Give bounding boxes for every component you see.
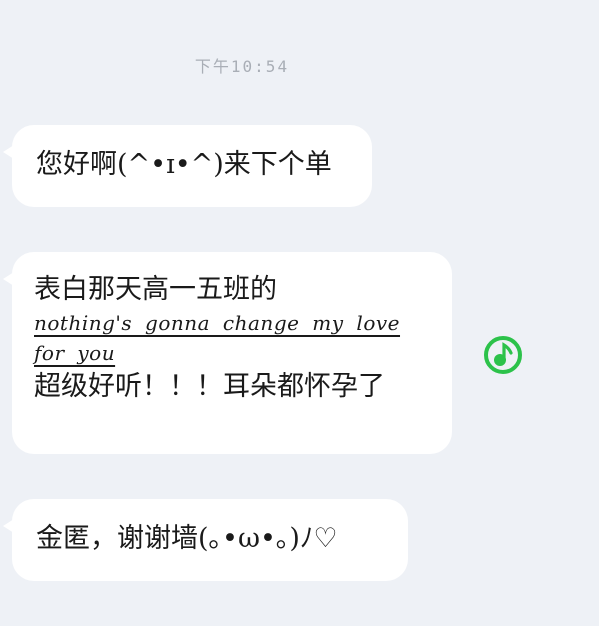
message-text-line: 超级好听！！！耳朵都怀孕了 (34, 371, 385, 402)
song-title-link[interactable]: nothing's gonna change my love for you (34, 308, 420, 368)
message-bubble-2[interactable]: 表白那天高一五班的 nothing's gonna change my love… (3, 252, 452, 454)
message-bubble-1[interactable]: 您好啊(^•ɪ•^)来下个单 (3, 125, 372, 207)
message-text: 金匿，谢谢墙(｡•ω•｡)ﾉ♡ (36, 523, 338, 554)
chat-timestamp: 下午10:54 (194, 57, 290, 76)
message-text: 您好啊(^•ɪ•^)来下个单 (36, 149, 332, 180)
music-note-icon[interactable] (483, 335, 523, 375)
message-bubble-3[interactable]: 金匿，谢谢墙(｡•ω•｡)ﾉ♡ (3, 499, 408, 581)
message-text-line: 表白那天高一五班的 (34, 274, 277, 305)
